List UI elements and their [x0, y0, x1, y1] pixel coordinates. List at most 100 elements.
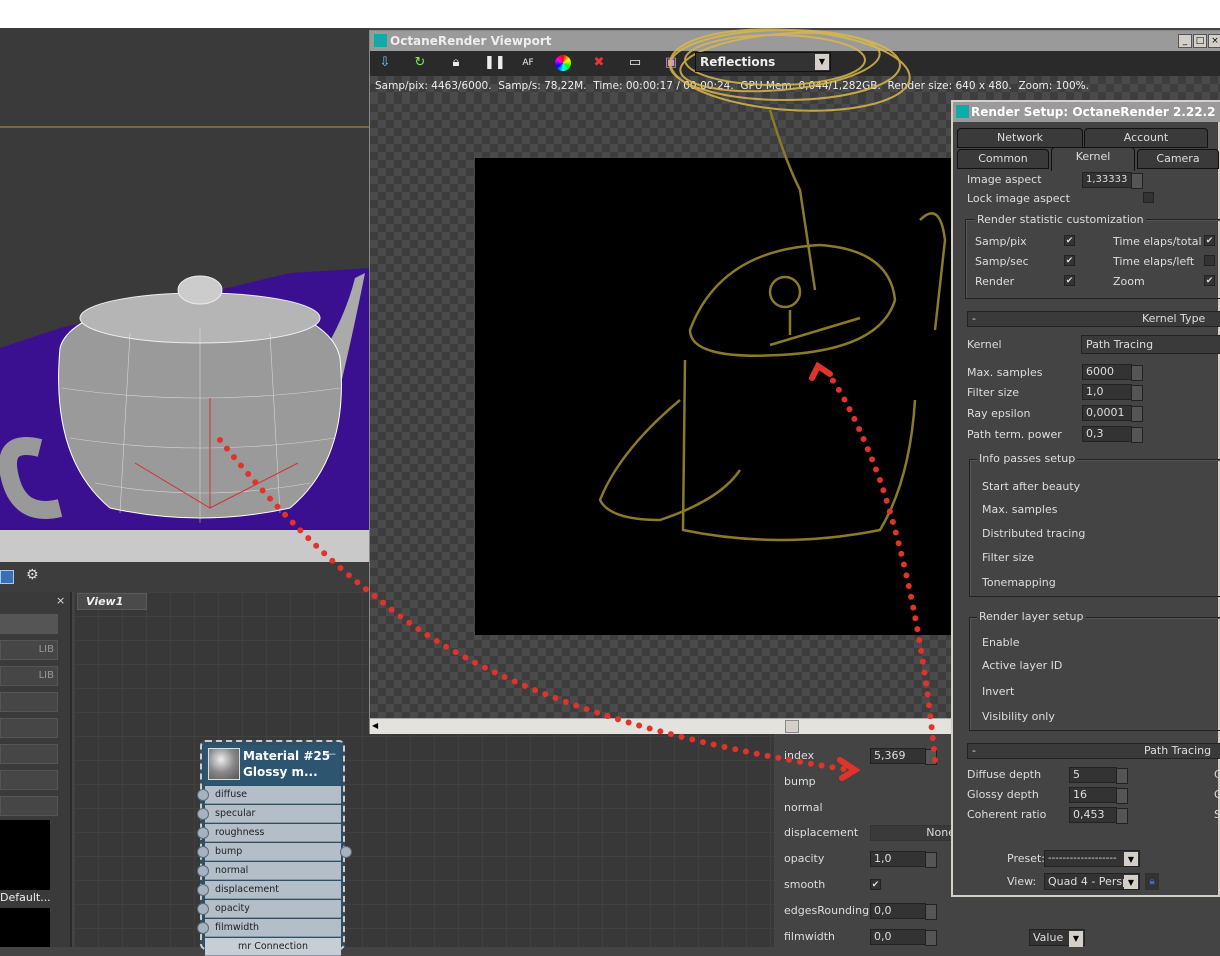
path-term-power-spinner[interactable]: 0,3	[1082, 426, 1143, 443]
slot-diffuse[interactable]: diffuse	[197, 786, 341, 804]
kernel-type-rollout[interactable]: - Kernel Type	[967, 311, 1220, 327]
image-aspect-spinner[interactable]: 1,33333	[1082, 172, 1143, 189]
samp-pix-checkbox[interactable]: ✔	[1064, 235, 1075, 246]
slot-displacement[interactable]: displacement	[197, 881, 341, 899]
lib-row[interactable]: LIB	[0, 666, 58, 686]
zoom-checkbox[interactable]: ✔	[1204, 275, 1215, 286]
lock-view-icon[interactable]: 🔒︎	[1145, 873, 1159, 890]
stop-icon[interactable]: ✖	[591, 55, 607, 71]
path-tracing-rollout[interactable]: - Path Tracing	[967, 743, 1220, 759]
preset-dropdown[interactable]: ------------------- ▼	[1044, 850, 1140, 867]
lib-row[interactable]: LIB	[0, 640, 58, 660]
bump-label: bump	[784, 775, 816, 788]
restart-icon[interactable]: ↻	[412, 55, 428, 71]
minimize-button[interactable]: _	[1178, 34, 1192, 48]
tab-kernel[interactable]: Kernel	[1051, 147, 1135, 171]
index-label: index	[784, 749, 815, 762]
render-status-bar: Samp/pix: 4463/6000. Samp/s: 78,22M. Tim…	[370, 76, 1220, 96]
slot-specular[interactable]: specular	[197, 805, 341, 823]
diffuse-depth-spinner[interactable]: 5	[1069, 767, 1128, 784]
color-picker-icon[interactable]	[555, 55, 571, 71]
lock-aspect-checkbox[interactable]	[1143, 192, 1154, 203]
lock-icon[interactable]: 🔒︎	[448, 55, 464, 71]
slot-bump[interactable]: bump	[197, 843, 341, 861]
kernel-dropdown[interactable]: Path Tracing	[1081, 335, 1220, 354]
coherent-ratio-spinner[interactable]: 0,453	[1069, 807, 1128, 824]
time-left-checkbox[interactable]	[1204, 255, 1215, 266]
slot-filmwidth[interactable]: filmwidth	[197, 919, 341, 937]
socket-icon[interactable]	[197, 903, 209, 915]
top-strip	[0, 0, 1220, 28]
socket-icon[interactable]	[197, 827, 209, 839]
slot-roughness[interactable]: roughness	[197, 824, 341, 842]
render-image[interactable]	[475, 158, 955, 635]
socket-icon[interactable]	[197, 922, 209, 934]
scroll-thumb[interactable]	[785, 720, 799, 733]
render-checkbox[interactable]: ✔	[1064, 275, 1075, 286]
render-setup-window: Render Setup: OctaneRender 2.22.2 - 1.3 …	[951, 100, 1220, 897]
image-aspect-label: Image aspect	[967, 173, 1042, 186]
socket-icon[interactable]	[197, 846, 209, 858]
render-pass-dropdown[interactable]: Reflections ▼	[695, 52, 831, 72]
glossy-depth-spinner[interactable]: 16	[1069, 787, 1128, 804]
tab-common[interactable]: Common	[957, 149, 1049, 169]
render-gear-icon[interactable]: ⚙	[26, 567, 39, 583]
maximize-button[interactable]: □	[1193, 34, 1207, 48]
stats-group-label: Render statistic customization	[975, 213, 1146, 226]
preset-label: Preset:	[1007, 852, 1046, 865]
close-icon[interactable]: ×	[56, 594, 65, 607]
kernel-label: Kernel	[967, 338, 1002, 351]
chevron-down-icon[interactable]: ▼	[815, 54, 829, 70]
ray-epsilon-spinner[interactable]: 0,0001	[1082, 405, 1143, 422]
opacity-label: opacity	[784, 852, 825, 865]
edges-rounding-label: edgesRounding	[784, 904, 870, 917]
index-spinner[interactable]: 5,369	[870, 748, 937, 765]
time-total-checkbox[interactable]: ✔	[1204, 235, 1215, 246]
close-button[interactable]: ×	[1208, 34, 1220, 48]
material-thumb-label: Default...	[0, 891, 51, 904]
edges-rounding-spinner[interactable]: 0,0	[870, 903, 937, 920]
output-socket-icon[interactable]	[340, 846, 352, 858]
node-title: Material #25	[243, 749, 331, 763]
samp-sec-checkbox[interactable]: ✔	[1064, 255, 1075, 266]
socket-icon[interactable]	[197, 884, 209, 896]
material-thumbnail[interactable]	[0, 820, 50, 890]
tab-view1[interactable]: View1	[77, 593, 147, 610]
mr-connection[interactable]: mr Connection	[205, 938, 341, 956]
capture-icon[interactable]: ▣	[663, 55, 679, 71]
socket-icon[interactable]	[197, 789, 209, 801]
displacement-map-button[interactable]: None	[870, 825, 960, 841]
view-dropdown[interactable]: Quad 4 - Perspe ▼	[1044, 873, 1140, 890]
value-dropdown[interactable]: Value ▼	[1029, 929, 1085, 947]
region-icon[interactable]: ▭	[627, 55, 643, 71]
pause-icon[interactable]: ❚❚	[484, 55, 506, 71]
tab-camera[interactable]: Camera	[1137, 149, 1219, 169]
collapse-button[interactable]: —	[325, 747, 336, 760]
filmwidth-spinner[interactable]: 0,0	[870, 929, 937, 946]
af-focus-icon[interactable]: AF	[520, 55, 536, 71]
filmwidth-label: filmwidth	[784, 930, 836, 943]
send-scene-icon[interactable]: ⇩	[377, 55, 393, 71]
filter-size-spinner[interactable]: 1,0	[1082, 384, 1143, 401]
viewport-toggle-icon[interactable]	[0, 570, 14, 584]
chevron-down-icon[interactable]: ▼	[1124, 852, 1138, 866]
view-label: View:	[1007, 875, 1037, 888]
max-perspective-viewport[interactable]	[0, 28, 370, 533]
slot-normal[interactable]: normal	[197, 862, 341, 880]
material-properties: index 5,369 bump normal displacement Non…	[774, 733, 960, 947]
slot-opacity[interactable]: opacity	[197, 900, 341, 918]
opacity-spinner[interactable]: 1,0	[870, 851, 937, 868]
smooth-checkbox[interactable]: ✔	[870, 879, 881, 890]
app-icon	[374, 34, 387, 47]
material-node[interactable]: Material #25 Glossy m... — diffuse specul…	[197, 740, 352, 956]
socket-icon[interactable]	[197, 865, 209, 877]
max-toolbar: ⚙	[0, 562, 370, 592]
material-browser-panel: × LIB LIB Default...	[0, 592, 72, 947]
normal-label: normal	[784, 801, 823, 814]
tab-account[interactable]: Account	[1084, 128, 1208, 148]
max-samples-spinner[interactable]: 6000	[1082, 364, 1143, 381]
chevron-down-icon[interactable]: ▼	[1124, 875, 1138, 889]
tab-network[interactable]: Network	[957, 128, 1083, 148]
socket-icon[interactable]	[197, 808, 209, 820]
chevron-down-icon[interactable]: ▼	[1069, 931, 1083, 947]
